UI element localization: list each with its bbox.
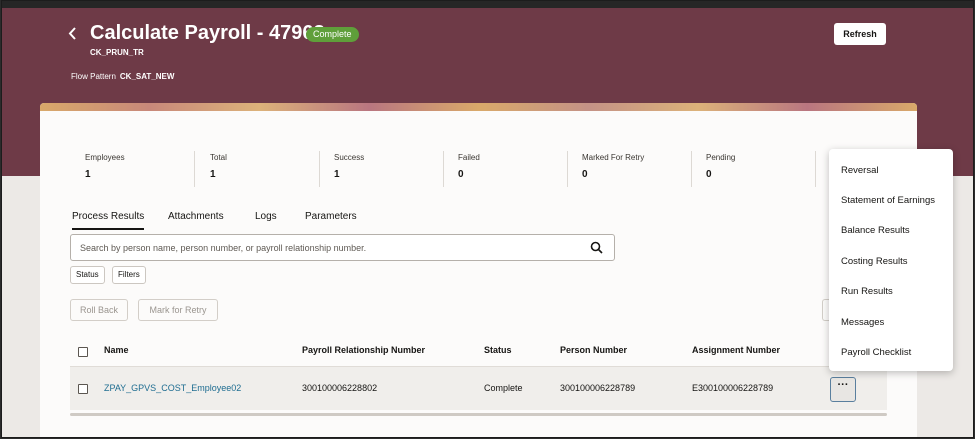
metric-value: 0 — [582, 169, 588, 180]
page-title: Calculate Payroll - 47968 — [90, 22, 325, 44]
select-all-checkbox[interactable] — [78, 347, 88, 357]
metric-label: Success — [334, 153, 365, 162]
menu-item-reversal[interactable]: Reversal — [841, 165, 879, 176]
table-row[interactable]: ZPAY_GPVS_COST_Employee02 30010000622880… — [70, 367, 887, 410]
search-input[interactable] — [80, 241, 580, 255]
filters-chip[interactable]: Filters — [112, 266, 146, 284]
mark-for-retry-button[interactable]: Mark for Retry — [138, 299, 218, 321]
column-header-assignment-number[interactable]: Assignment Number — [692, 345, 780, 355]
search-box — [70, 234, 615, 261]
status-filter-chip[interactable]: Status — [70, 266, 105, 284]
status-cell: Complete — [484, 383, 523, 393]
page-subtitle: CK_PRUN_TR — [90, 48, 144, 57]
back-chevron-icon[interactable] — [68, 25, 77, 43]
metric-marked-for-retry: Marked For Retry 0 — [582, 151, 692, 187]
top-bar — [2, 1, 973, 8]
row-actions-menu: Reversal Statement of Earnings Balance R… — [829, 149, 953, 371]
column-header-status[interactable]: Status — [484, 345, 512, 355]
metric-label: Total — [210, 153, 227, 162]
metric-failed: Failed 0 — [458, 151, 568, 187]
metric-value: 0 — [706, 169, 712, 180]
metric-pending: Pending 0 — [706, 151, 816, 187]
row-actions-more-button[interactable]: ··· — [830, 377, 856, 402]
flow-pattern: Flow Pattern CK_SAT_NEW — [71, 72, 174, 81]
metric-success: Success 1 — [334, 151, 444, 187]
metric-value: 1 — [334, 169, 340, 180]
flow-pattern-label: Flow Pattern — [71, 72, 116, 81]
metric-label: Employees — [85, 153, 125, 162]
app-window: Calculate Payroll - 47968 Complete CK_PR… — [1, 0, 974, 438]
search-icon[interactable] — [590, 241, 603, 254]
column-header-name[interactable]: Name — [104, 345, 129, 355]
tab-logs[interactable]: Logs — [255, 211, 277, 222]
status-badge: Complete — [306, 27, 359, 42]
column-header-person-number[interactable]: Person Number — [560, 345, 627, 355]
metric-label: Pending — [706, 153, 736, 162]
menu-item-statement-of-earnings[interactable]: Statement of Earnings — [841, 195, 935, 206]
results-card: Employees 1 Total 1 Success 1 Failed 0 M… — [40, 103, 917, 437]
person-number-cell: 300100006228789 — [560, 383, 636, 393]
flow-pattern-value: CK_SAT_NEW — [119, 72, 175, 81]
metric-total: Total 1 — [210, 151, 320, 187]
menu-item-payroll-checklist[interactable]: Payroll Checklist — [841, 347, 911, 358]
decorative-strip — [40, 103, 917, 111]
metric-value: 1 — [85, 169, 91, 180]
tab-attachments[interactable]: Attachments — [168, 211, 224, 222]
row-checkbox[interactable] — [78, 384, 88, 394]
employee-name-link[interactable]: ZPAY_GPVS_COST_Employee02 — [104, 383, 241, 393]
metric-value: 1 — [210, 169, 216, 180]
menu-item-balance-results[interactable]: Balance Results — [841, 225, 910, 236]
menu-item-run-results[interactable]: Run Results — [841, 286, 893, 297]
assignment-number-cell: E300100006228789 — [692, 383, 774, 393]
horizontal-scrollbar[interactable] — [70, 413, 887, 416]
tab-parameters[interactable]: Parameters — [305, 211, 357, 222]
menu-item-costing-results[interactable]: Costing Results — [841, 256, 908, 267]
refresh-button[interactable]: Refresh — [834, 23, 886, 45]
tab-process-results[interactable]: Process Results — [72, 211, 145, 230]
metric-label: Marked For Retry — [582, 153, 645, 162]
roll-back-button[interactable]: Roll Back — [70, 299, 128, 321]
column-header-payroll-relationship-number[interactable]: Payroll Relationship Number — [302, 345, 425, 355]
metrics-row: Employees 1 Total 1 Success 1 Failed 0 M… — [85, 151, 865, 187]
menu-item-messages[interactable]: Messages — [841, 317, 884, 328]
metric-value: 0 — [458, 169, 464, 180]
payroll-relationship-number-cell: 300100006228802 — [302, 383, 378, 393]
table-header: Name Payroll Relationship Number Status … — [70, 339, 887, 365]
metric-employees: Employees 1 — [85, 151, 195, 187]
metric-label: Failed — [458, 153, 480, 162]
